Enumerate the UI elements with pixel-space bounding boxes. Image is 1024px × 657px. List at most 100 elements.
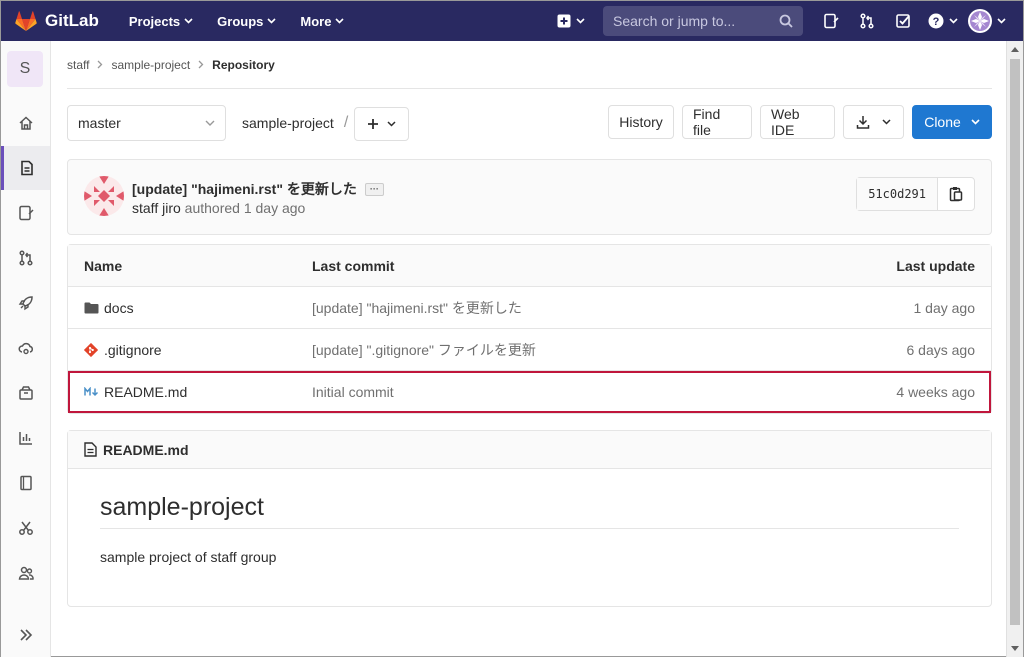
branch-select[interactable]: master xyxy=(67,105,226,141)
commit-author[interactable]: staff jiro xyxy=(132,200,181,216)
commit-time: 1 day ago xyxy=(243,200,306,216)
file-last-commit[interactable]: [update] ".gitignore" ファイルを更新 xyxy=(312,340,536,360)
find-file-button[interactable]: Find file xyxy=(682,105,752,139)
copy-sha-button[interactable] xyxy=(938,178,974,210)
issues-icon xyxy=(824,13,839,29)
file-last-update: 1 day ago xyxy=(913,299,976,316)
users-icon xyxy=(18,566,34,580)
issues-icon xyxy=(18,205,34,221)
package-icon xyxy=(18,386,33,400)
sidebar-item-issues[interactable] xyxy=(1,191,50,235)
commit-title[interactable]: [update] "hajimeni.rst" を更新した xyxy=(132,179,357,199)
web-ide-button[interactable]: Web IDE xyxy=(760,105,835,139)
sidebar-item-members[interactable] xyxy=(1,551,50,595)
sidebar-item-packages[interactable] xyxy=(1,371,50,415)
scroll-down-arrow[interactable] xyxy=(1007,640,1023,657)
double-chevron-right-icon xyxy=(19,629,32,641)
todos-button[interactable] xyxy=(885,1,921,41)
commit-author-avatar[interactable] xyxy=(84,176,124,216)
readme-paragraph: sample project of staff group xyxy=(100,549,277,565)
commit-sha-group: 51c0d291 xyxy=(856,177,975,211)
file-last-commit[interactable]: Initial commit xyxy=(312,384,394,400)
user-menu[interactable] xyxy=(965,1,1023,41)
sidebar-item-snippets[interactable] xyxy=(1,506,50,550)
more-menu-label: More xyxy=(300,13,332,29)
projects-menu[interactable]: Projects xyxy=(129,14,193,29)
sidebar-item-repository[interactable] xyxy=(1,146,50,190)
search-input[interactable]: Search or jump to... xyxy=(603,6,803,36)
file-name[interactable]: .gitignore xyxy=(104,342,162,358)
breadcrumb-item-current[interactable]: Repository xyxy=(212,58,275,72)
folder-icon xyxy=(84,302,100,314)
identicon-avatar xyxy=(84,176,124,216)
gitlab-logo[interactable]: GitLab xyxy=(15,11,99,31)
search-icon xyxy=(779,14,793,28)
groups-menu[interactable]: Groups xyxy=(217,14,276,29)
merge-requests-button[interactable] xyxy=(849,1,885,41)
issues-button[interactable] xyxy=(813,1,849,41)
sidebar-item-project-overview[interactable] xyxy=(1,101,50,145)
breadcrumb: staff sample-project Repository xyxy=(67,41,992,89)
sidebar-item-operations[interactable] xyxy=(1,326,50,370)
breadcrumb-item-project[interactable]: sample-project xyxy=(111,58,190,72)
help-icon: ? xyxy=(928,13,944,29)
file-name[interactable]: README.md xyxy=(104,384,187,400)
sidebar-item-ci-cd[interactable] xyxy=(1,281,50,325)
sidebar-item-analytics[interactable] xyxy=(1,416,50,460)
add-to-tree-dropdown[interactable] xyxy=(354,107,410,141)
clone-dropdown[interactable]: Clone xyxy=(912,105,992,139)
main-content: staff sample-project Repository master s… xyxy=(67,41,992,607)
plus-icon xyxy=(368,119,379,129)
navbar-right: Search or jump to... ? xyxy=(553,1,1023,41)
merge-request-icon xyxy=(860,13,874,29)
projects-menu-label: Projects xyxy=(128,13,181,29)
more-menu[interactable]: More xyxy=(300,13,345,29)
sidebar-collapse-button[interactable] xyxy=(1,613,50,657)
merge-request-icon xyxy=(18,250,33,266)
chevron-down-icon xyxy=(387,121,396,127)
readme-filename[interactable]: README.md xyxy=(103,442,189,458)
chevron-down-icon xyxy=(882,119,891,125)
sidebar-item-wiki[interactable] xyxy=(1,461,50,505)
file-name-cell: README.md xyxy=(84,384,187,400)
gitlab-tanuki-icon xyxy=(15,11,37,31)
branch-name: master xyxy=(78,115,121,131)
chevron-right-icon xyxy=(198,60,204,69)
download-dropdown[interactable] xyxy=(843,105,904,139)
scroll-thumb[interactable] xyxy=(1010,59,1020,625)
chevron-down-icon xyxy=(576,18,585,24)
help-dropdown[interactable]: ? xyxy=(921,1,965,41)
file-text-icon xyxy=(84,442,97,457)
table-row[interactable]: README.md Initial commit 4 weeks ago xyxy=(68,371,991,413)
book-icon xyxy=(19,475,32,491)
chevron-right-icon xyxy=(98,60,103,69)
repository-path[interactable]: sample-project xyxy=(242,115,334,131)
file-last-update: 6 days ago xyxy=(906,341,976,358)
commit-sha[interactable]: 51c0d291 xyxy=(857,178,938,210)
scroll-up-arrow[interactable] xyxy=(1007,41,1023,58)
todo-check-icon xyxy=(896,14,910,28)
file-tree-table: Name Last commit Last update docs [updat… xyxy=(67,244,992,414)
clone-label: Clone xyxy=(924,114,961,130)
page-scrollbar[interactable] xyxy=(1006,41,1023,657)
repository-toolbar: master sample-project / History Find fil… xyxy=(67,105,992,141)
readme-heading: sample-project xyxy=(100,493,959,529)
file-last-commit[interactable]: [update] "hajimeni.rst" を更新した xyxy=(312,298,522,318)
last-commit-column-header: Last commit xyxy=(312,257,395,274)
project-sidebar: S xyxy=(1,41,51,657)
sidebar-item-merge-requests[interactable] xyxy=(1,236,50,280)
table-row[interactable]: .gitignore [update] ".gitignore" ファイルを更新… xyxy=(68,329,991,371)
table-row[interactable]: docs [update] "hajimeni.rst" を更新した 1 day… xyxy=(68,287,991,329)
user-avatar xyxy=(968,9,992,33)
project-avatar[interactable]: S xyxy=(7,51,43,87)
chevron-down-icon xyxy=(949,18,958,24)
new-item-dropdown[interactable] xyxy=(553,1,589,41)
markdown-icon xyxy=(84,387,100,397)
file-name-cell: docs xyxy=(84,300,134,316)
file-name[interactable]: docs xyxy=(104,300,134,316)
commit-description-toggle[interactable]: ··· xyxy=(364,182,384,196)
last-update-column-header: Last update xyxy=(896,257,975,274)
plus-square-icon xyxy=(557,14,571,28)
breadcrumb-item-group[interactable]: staff xyxy=(67,58,89,72)
history-button[interactable]: History xyxy=(608,105,674,139)
